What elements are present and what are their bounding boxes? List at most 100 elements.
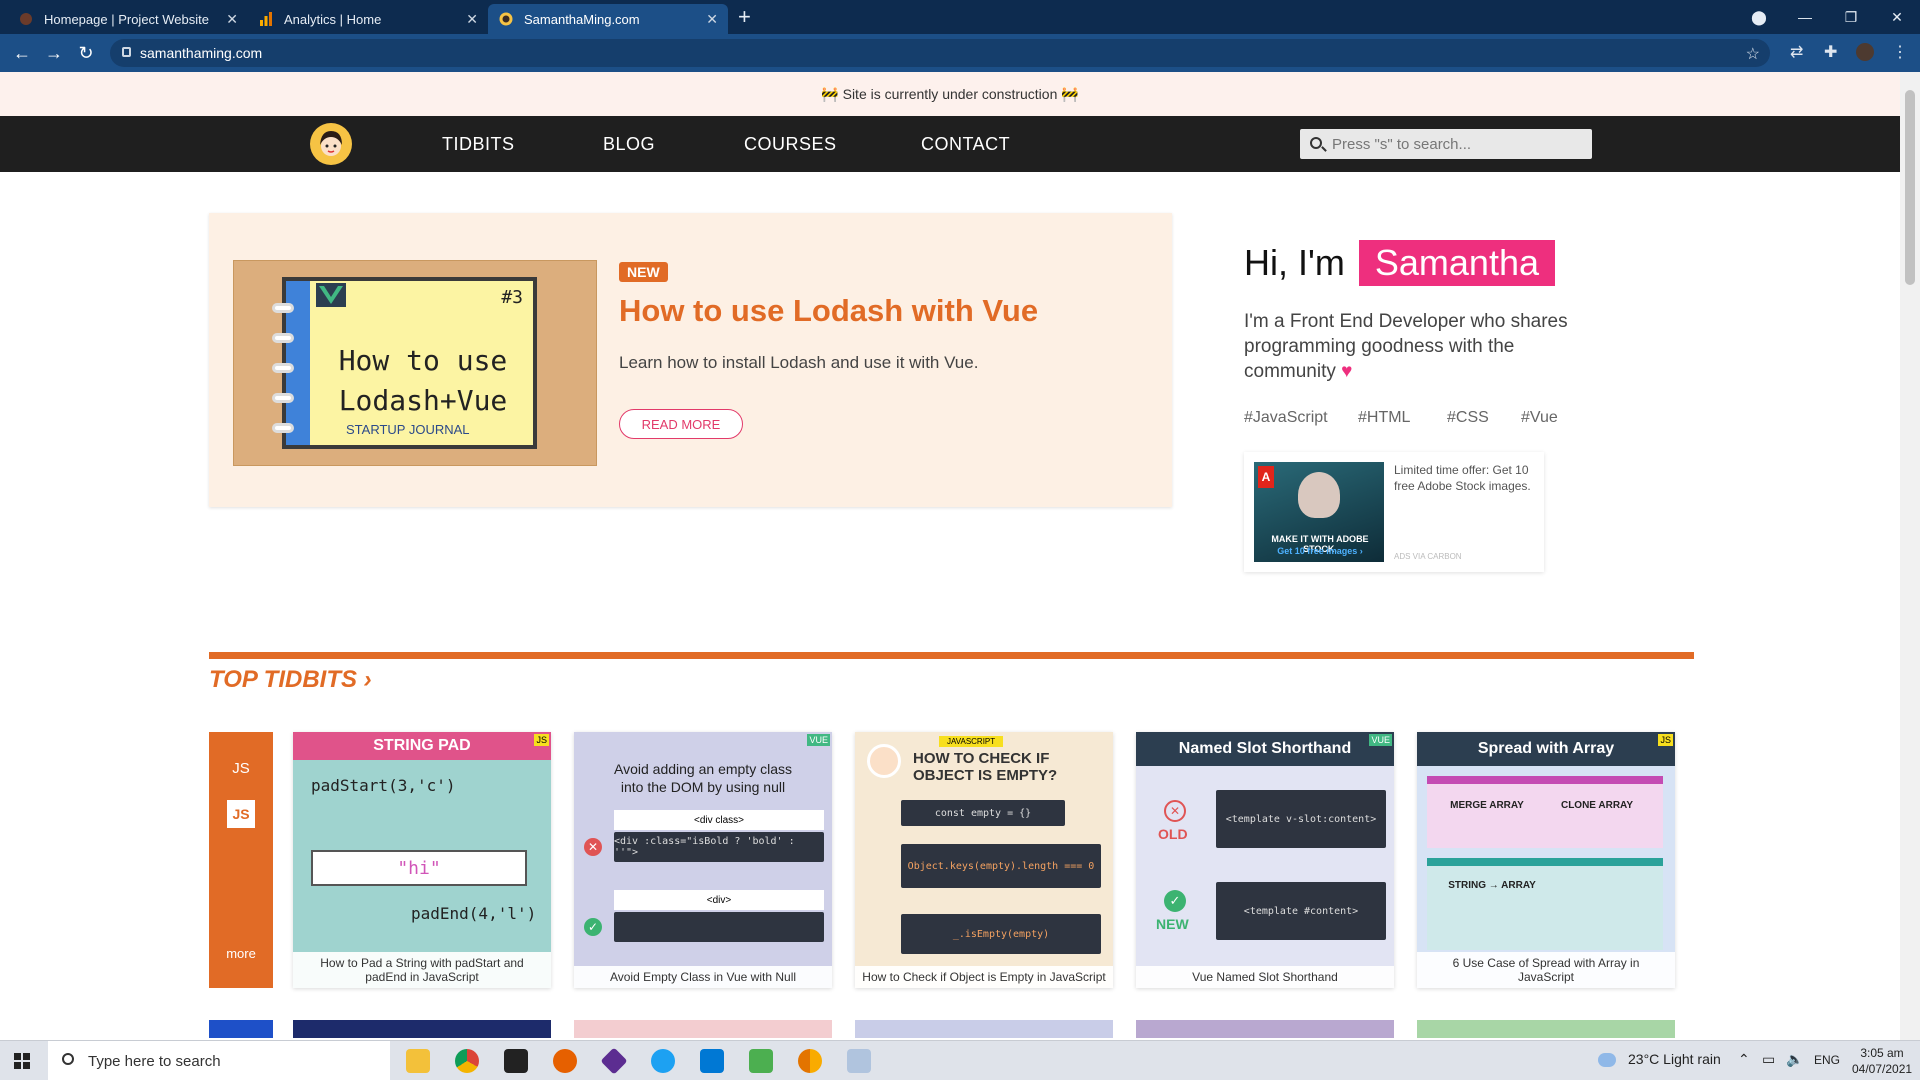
- new-tab-button[interactable]: +: [738, 4, 751, 30]
- lang-badge: VUE: [807, 734, 830, 746]
- card-caption[interactable]: 6 Use Case of Spread with Array in JavaS…: [1417, 952, 1675, 988]
- lang-badge: JS: [1658, 734, 1673, 746]
- top-tidbits-title[interactable]: TOP TIDBITS ›: [209, 666, 372, 694]
- code-good-example: [614, 912, 824, 942]
- card-header: Spread with Array: [1417, 732, 1675, 766]
- minimize-button[interactable]: —: [1782, 9, 1828, 25]
- avatar-icon: [18, 11, 34, 27]
- card-caption[interactable]: Vue Named Slot Shorthand: [1136, 966, 1394, 988]
- site-search-input[interactable]: Press "s" to search...: [1300, 129, 1592, 159]
- card-caption[interactable]: How to Pad a String with padStart and pa…: [293, 952, 551, 988]
- carbon-ad[interactable]: A MAKE IT WITH ADOBE STOCK. Get 10 free …: [1244, 452, 1544, 572]
- tidbit-card-string-pad[interactable]: STRING PAD JS padStart(3,'c') "hi" padEn…: [293, 732, 551, 988]
- site-logo[interactable]: [310, 123, 352, 165]
- tidbit-card-peek[interactable]: [855, 1020, 1113, 1038]
- close-icon[interactable]: ✕: [466, 11, 478, 28]
- tab-analytics[interactable]: Analytics | Home ✕: [248, 4, 488, 34]
- file-explorer-icon[interactable]: [406, 1049, 430, 1073]
- tidbit-card-spread[interactable]: Spread with Array JS MERGE ARRAY CLONE A…: [1417, 732, 1675, 988]
- tag-css[interactable]: #CSS: [1447, 409, 1489, 427]
- tab-label: Homepage | Project Website: [44, 11, 209, 27]
- language-indicator[interactable]: ENG: [1814, 1053, 1840, 1067]
- tidbit-card-empty-class[interactable]: VUE Avoid adding an empty class into the…: [574, 732, 832, 988]
- chrome-icon[interactable]: [455, 1049, 479, 1073]
- tag-javascript[interactable]: #JavaScript: [1244, 409, 1328, 427]
- close-window-button[interactable]: ✕: [1874, 9, 1920, 26]
- featured-post-image[interactable]: #3 How to use Lodash+Vue STARTUP JOURNAL: [233, 260, 597, 466]
- featured-post-card[interactable]: #3 How to use Lodash+Vue STARTUP JOURNAL…: [209, 213, 1172, 507]
- forward-icon[interactable]: →: [38, 43, 70, 64]
- terminal-icon[interactable]: [504, 1049, 528, 1073]
- page-scrollbar[interactable]: [1900, 72, 1920, 1040]
- new-label: NEW: [1156, 916, 1189, 932]
- ad-image[interactable]: A MAKE IT WITH ADOBE STOCK. Get 10 free …: [1254, 462, 1384, 562]
- tag-html[interactable]: #HTML: [1358, 409, 1410, 427]
- check-icon: ✓: [584, 918, 602, 936]
- chrome-canary-icon[interactable]: [798, 1049, 822, 1073]
- tidbit-card-named-slot[interactable]: Named Slot Shorthand VUE ✕ OLD <template…: [1136, 732, 1394, 988]
- maximize-button[interactable]: ❐: [1828, 9, 1874, 26]
- clock[interactable]: 3:05 am 04/07/2021: [1852, 1045, 1912, 1077]
- firefox-icon[interactable]: [553, 1049, 577, 1073]
- tab-homepage[interactable]: Homepage | Project Website ✕: [8, 4, 248, 34]
- code-new-slot: <template #content>: [1216, 882, 1386, 940]
- check-icon: ✓: [1164, 890, 1186, 912]
- close-icon[interactable]: ✕: [706, 11, 718, 28]
- tidbit-card-peek[interactable]: [209, 1020, 273, 1038]
- tidbit-card-peek[interactable]: [1136, 1020, 1394, 1038]
- card-caption[interactable]: How to Check if Object is Empty in JavaS…: [855, 966, 1113, 988]
- profile-menu-icon[interactable]: ⬤: [1736, 9, 1782, 26]
- nav-blog[interactable]: BLOG: [603, 134, 655, 155]
- url-field[interactable]: samanthaming.com ☆: [110, 39, 1770, 67]
- volume-icon[interactable]: 🔈: [1786, 1051, 1803, 1068]
- ad-portrait: [1298, 472, 1340, 518]
- tidbit-card-peek[interactable]: [1417, 1020, 1675, 1038]
- ad-text[interactable]: Limited time offer: Get 10 free Adobe St…: [1394, 462, 1539, 494]
- analytics-icon: [258, 11, 274, 27]
- menu-icon[interactable]: ⋮: [1892, 42, 1908, 62]
- more-link[interactable]: more: [209, 946, 273, 961]
- card-caption[interactable]: Avoid Empty Class in Vue with Null: [574, 966, 832, 988]
- nav-contact[interactable]: CONTACT: [921, 134, 1010, 155]
- weather-text[interactable]: 23°C Light rain: [1628, 1051, 1721, 1067]
- chevron-up-icon[interactable]: ⌃: [1738, 1051, 1750, 1068]
- profile-avatar-icon[interactable]: [1856, 43, 1874, 61]
- nav-courses[interactable]: COURSES: [744, 134, 837, 155]
- network-icon[interactable]: ▭: [1762, 1051, 1775, 1068]
- error-icon: ✕: [584, 838, 602, 856]
- tidbit-card-peek[interactable]: [574, 1020, 832, 1038]
- windows-start-icon[interactable]: [14, 1053, 30, 1069]
- paint-icon[interactable]: [847, 1049, 871, 1073]
- bookmark-star-icon[interactable]: ☆: [1746, 44, 1760, 64]
- extension-icon[interactable]: ⇄: [1790, 42, 1803, 62]
- bio-text: I'm a Front End Developer who shares pro…: [1244, 311, 1568, 382]
- reload-icon[interactable]: ↻: [70, 43, 102, 64]
- close-icon[interactable]: ✕: [226, 11, 238, 28]
- scroll-thumb[interactable]: [1905, 90, 1915, 285]
- js-category-tile[interactable]: JS JS more: [209, 732, 273, 988]
- vscode-icon[interactable]: [700, 1049, 724, 1073]
- notepad-icon[interactable]: [749, 1049, 773, 1073]
- tab-label: SamanthaMing.com: [524, 11, 640, 27]
- ads-via-carbon[interactable]: ADS VIA CARBON: [1394, 552, 1462, 561]
- nav-tidbits[interactable]: TIDBITS: [442, 134, 515, 155]
- lang-badge: VUE: [1369, 734, 1392, 746]
- chef-avatar-icon: [867, 744, 901, 778]
- image-number: #3: [501, 287, 523, 308]
- visual-studio-icon[interactable]: [600, 1047, 628, 1075]
- browser-tab-bar: Homepage | Project Website ✕ Analytics |…: [0, 0, 1920, 34]
- taskbar-search-input[interactable]: Type here to search: [48, 1041, 390, 1080]
- iterables-box: [1427, 858, 1663, 950]
- bird-app-icon[interactable]: [651, 1049, 675, 1073]
- puzzle-icon[interactable]: ✚: [1824, 42, 1837, 62]
- tidbit-card-empty-object[interactable]: JAVASCRIPT HOW TO CHECK IF OBJECT IS EMP…: [855, 732, 1113, 988]
- favicon-icon: [498, 11, 514, 27]
- tab-samanthaming[interactable]: SamanthaMing.com ✕: [488, 4, 728, 34]
- search-icon: [62, 1053, 74, 1065]
- back-icon[interactable]: ←: [6, 43, 38, 64]
- greeting-text: Hi, I'm: [1244, 242, 1345, 283]
- tag-vue[interactable]: #Vue: [1521, 409, 1558, 427]
- read-more-button[interactable]: READ MORE: [619, 409, 743, 439]
- featured-post-title[interactable]: How to use Lodash with Vue: [619, 293, 1038, 329]
- tidbit-card-peek[interactable]: [293, 1020, 551, 1038]
